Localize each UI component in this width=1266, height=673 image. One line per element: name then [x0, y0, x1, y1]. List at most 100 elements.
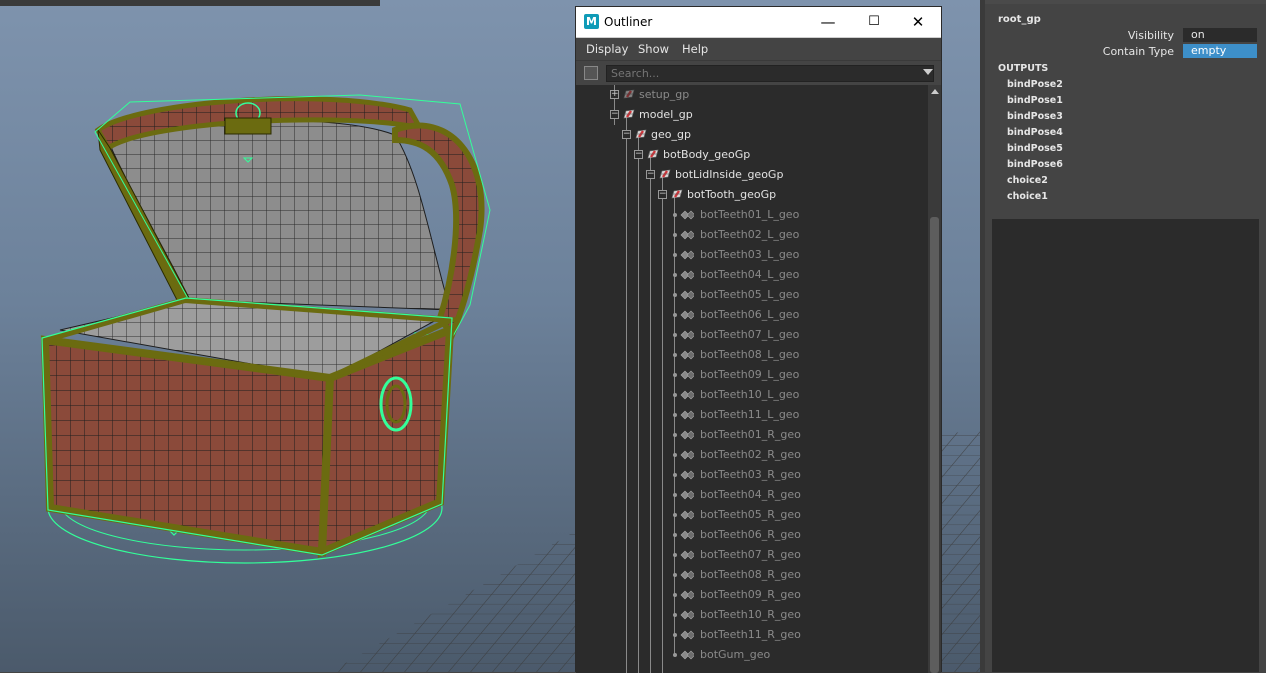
tree-row[interactable]: − botBody_geoGp — [576, 145, 928, 165]
attr-label-visibility: Visibility — [1127, 29, 1174, 42]
group-node-icon — [623, 109, 635, 119]
tree-row[interactable]: botTeeth01_R_geo — [576, 425, 928, 445]
group-node-icon — [671, 189, 683, 199]
tree-connector-dot — [673, 633, 677, 637]
tree-item-label: botTeeth08_L_geo — [700, 348, 800, 361]
tree-row[interactable]: botTeeth02_R_geo — [576, 445, 928, 465]
tree-row[interactable]: botTeeth07_L_geo — [576, 325, 928, 345]
attr-value-visibility[interactable]: on — [1183, 28, 1257, 42]
mesh-node-icon — [680, 530, 694, 540]
tree-row[interactable]: botTeeth04_L_geo — [576, 265, 928, 285]
group-node-icon — [647, 149, 659, 159]
layer-editor-panel[interactable] — [992, 219, 1259, 672]
mesh-node-icon — [680, 250, 694, 260]
output-node-item[interactable]: bindPose2 — [1007, 79, 1063, 90]
tree-connector-dot — [673, 533, 677, 537]
tree-row[interactable]: botTeeth09_L_geo — [576, 365, 928, 385]
group-node-icon — [635, 129, 647, 139]
tree-row[interactable]: − botTooth_geoGp — [576, 185, 928, 205]
scroll-thumb[interactable] — [930, 217, 939, 673]
collapse-icon[interactable]: − — [658, 190, 667, 199]
tree-item-label: botTeeth05_R_geo — [700, 508, 801, 521]
tree-row[interactable]: botTeeth08_L_geo — [576, 345, 928, 365]
mesh-node-icon — [680, 570, 694, 580]
scroll-up-icon[interactable] — [931, 89, 939, 94]
mesh-node-icon — [680, 590, 694, 600]
tree-row[interactable]: botTeeth06_R_geo — [576, 525, 928, 545]
tree-row[interactable]: botTeeth11_R_geo — [576, 625, 928, 645]
collapse-icon[interactable]: − — [622, 130, 631, 139]
close-button[interactable]: ✕ — [895, 7, 941, 37]
tree-row[interactable]: botTeeth07_R_geo — [576, 545, 928, 565]
mesh-node-icon — [680, 330, 694, 340]
tree-connector-dot — [673, 473, 677, 477]
menu-help[interactable]: Help — [682, 42, 708, 56]
collapse-icon[interactable]: − — [610, 110, 619, 119]
mesh-node-icon — [680, 230, 694, 240]
tree-item-label: botTeeth02_R_geo — [700, 448, 801, 461]
mesh-node-icon — [680, 490, 694, 500]
tree-row[interactable]: botGum_geo — [576, 645, 928, 665]
tree-item-label: botLidInside_geoGp — [675, 168, 784, 181]
tree-row[interactable]: botTeeth05_R_geo — [576, 505, 928, 525]
tree-item-label: botTeeth11_L_geo — [700, 408, 800, 421]
mesh-node-icon — [680, 350, 694, 360]
tree-row[interactable]: botTeeth04_R_geo — [576, 485, 928, 505]
tree-item-label: botTeeth09_R_geo — [700, 588, 801, 601]
tree-connector-dot — [673, 273, 677, 277]
chevron-down-icon[interactable] — [923, 69, 933, 75]
tree-item-label: setup_gp — [639, 88, 690, 101]
output-node-item[interactable]: bindPose1 — [1007, 95, 1063, 106]
tree-connector-dot — [673, 433, 677, 437]
tree-connector-dot — [673, 553, 677, 557]
expand-icon[interactable]: + — [610, 90, 619, 99]
output-node-item[interactable]: bindPose3 — [1007, 111, 1063, 122]
output-node-item[interactable]: choice1 — [1007, 191, 1048, 202]
tree-row[interactable]: botTeeth03_R_geo — [576, 465, 928, 485]
group-node-icon — [659, 169, 671, 179]
tree-connector-dot — [673, 573, 677, 577]
tree-item-label: botTooth_geoGp — [687, 188, 777, 201]
output-node-item[interactable]: bindPose4 — [1007, 127, 1063, 138]
tree-connector-dot — [673, 653, 677, 657]
tree-row[interactable]: botTeeth01_L_geo — [576, 205, 928, 225]
tree-row[interactable]: botTeeth08_R_geo — [576, 565, 928, 585]
collapse-icon[interactable]: − — [634, 150, 643, 159]
tree-row[interactable]: botTeeth06_L_geo — [576, 305, 928, 325]
tree-row[interactable]: − geo_gp — [576, 125, 928, 145]
tree-row[interactable]: botTeeth10_R_geo — [576, 605, 928, 625]
output-node-item[interactable]: choice2 — [1007, 175, 1048, 186]
tree-row[interactable]: − model_gp — [576, 105, 928, 125]
outliner-window[interactable]: M Outliner — ☐ ✕ Display Show Help + setu… — [575, 6, 942, 673]
tree-row[interactable]: + setup_gp — [576, 85, 928, 105]
tree-row[interactable]: botTeeth09_R_geo — [576, 585, 928, 605]
tree-item-label: botBody_geoGp — [663, 148, 751, 161]
mesh-node-icon — [680, 610, 694, 620]
search-input[interactable] — [606, 65, 934, 82]
outliner-tree[interactable]: + setup_gp − model_gp − geo_gp − botBody_geoGp −… — [576, 85, 928, 673]
tree-connector-dot — [673, 413, 677, 417]
tree-connector-dot — [673, 353, 677, 357]
tree-row[interactable]: − botLidInside_geoGp — [576, 165, 928, 185]
output-node-item[interactable]: bindPose5 — [1007, 143, 1063, 154]
minimize-button[interactable]: — — [805, 7, 851, 37]
menu-display[interactable]: Display — [586, 42, 628, 56]
tree-row[interactable]: botTeeth03_L_geo — [576, 245, 928, 265]
tree-item-label: botTeeth09_L_geo — [700, 368, 800, 381]
output-node-item[interactable]: bindPose6 — [1007, 159, 1063, 170]
tree-row[interactable]: botTeeth10_L_geo — [576, 385, 928, 405]
tree-connector-dot — [673, 453, 677, 457]
collapse-icon[interactable]: − — [646, 170, 655, 179]
tree-connector-dot — [673, 233, 677, 237]
maximize-button[interactable]: ☐ — [851, 7, 897, 37]
attr-value-contain-type[interactable]: empty — [1183, 44, 1257, 58]
tree-item-label: botTeeth01_L_geo — [700, 208, 800, 221]
outliner-scrollbar[interactable] — [928, 85, 941, 673]
filter-icon[interactable] — [584, 66, 598, 80]
tree-row[interactable]: botTeeth02_L_geo — [576, 225, 928, 245]
tree-connector-dot — [673, 293, 677, 297]
outliner-titlebar[interactable]: M Outliner — ☐ ✕ — [576, 7, 941, 38]
menu-show[interactable]: Show — [638, 42, 669, 56]
tree-row[interactable]: botTeeth05_L_geo — [576, 285, 928, 305]
tree-row[interactable]: botTeeth11_L_geo — [576, 405, 928, 425]
